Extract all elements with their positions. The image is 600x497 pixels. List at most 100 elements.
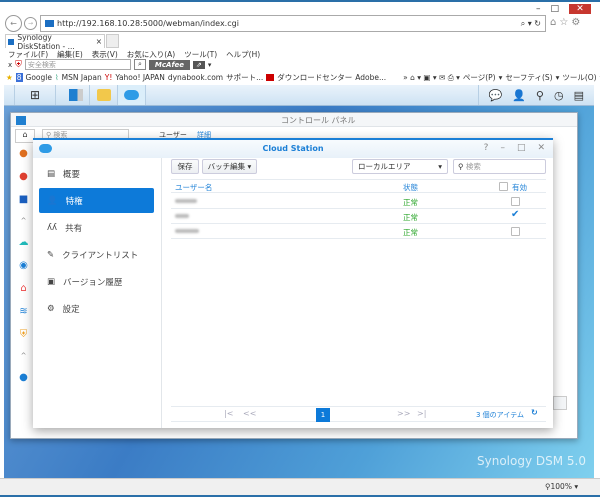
home-icon[interactable]: ⌂: [15, 129, 35, 143]
control-panel-icon: [16, 116, 26, 125]
last-page-button[interactable]: >|: [417, 409, 426, 418]
address-bar[interactable]: http://192.168.10.28:5000/webman/index.c…: [40, 15, 546, 32]
safety-search-input[interactable]: 安全検索: [24, 59, 131, 70]
nav-privilege[interactable]: 👤 特権: [39, 188, 154, 213]
mcafee-button[interactable]: McAfee: [148, 59, 190, 70]
notification-icon[interactable]: 💬: [489, 89, 503, 102]
security-icon[interactable]: ⛨: [20, 329, 28, 340]
search-icon[interactable]: ⌕: [133, 59, 146, 70]
new-tab-button[interactable]: [106, 34, 119, 48]
status-bar: ⚲100% ▾: [0, 478, 600, 497]
tools-menu[interactable]: ツール(O): [562, 72, 596, 83]
fav-adobe[interactable]: Adobe...: [355, 73, 386, 82]
user-icon[interactable]: ●: [19, 148, 28, 159]
safety-menu[interactable]: セーフティ(S): [505, 72, 552, 83]
network-icon[interactable]: ◉: [19, 260, 28, 271]
nav-settings[interactable]: ⚙ 設定: [39, 296, 154, 321]
status-badge: 正常: [403, 198, 418, 207]
maximize-button[interactable]: □: [551, 4, 560, 14]
page-1-button[interactable]: 1: [316, 408, 330, 422]
tab-diskstation[interactable]: Synology DiskStation - ... ×: [5, 33, 105, 51]
window-title: Cloud Station: [262, 144, 324, 153]
fav-dynabook[interactable]: dynabook.com: [168, 73, 223, 82]
table-row[interactable]: 正常 ✔: [171, 209, 546, 224]
user-icon[interactable]: 👤: [512, 89, 526, 102]
cloud-station-nav: ▤ 概要 👤 特権 ʎʎ 共有 ✎ クライアントリスト ▣ バージョン履歴 ⚙ 設定: [33, 158, 162, 428]
synology-logo: Synology DSM 5.0: [477, 454, 586, 468]
refresh-icon[interactable]: ↻: [531, 408, 538, 417]
window-title: コントロール パネル: [281, 116, 356, 125]
close-button[interactable]: ✕: [569, 4, 592, 14]
search-icon: ⚲: [458, 162, 464, 171]
layout-icon[interactable]: ▤: [574, 89, 584, 102]
column-status[interactable]: 状態: [403, 182, 418, 193]
help-button[interactable]: ?: [484, 143, 489, 153]
table-header: ユーザー名 状態 有効: [171, 179, 546, 193]
close-button[interactable]: ✕: [537, 143, 545, 153]
search-input[interactable]: ⚲ 検索: [453, 159, 546, 174]
cloud-station-taskbar-icon[interactable]: [118, 85, 146, 105]
save-button[interactable]: 保存: [171, 159, 199, 174]
fav-download[interactable]: ダウンロードセンター: [277, 72, 352, 83]
batch-edit-button[interactable]: バッチ編集 ▾: [202, 159, 257, 174]
nav-version-history[interactable]: ▣ バージョン履歴: [39, 269, 154, 294]
control-panel-sidebar: ● ● ■ ^ ☁ ◉ ⌂ ≋ ⛨ ^ ●: [18, 148, 29, 383]
cloud-station-window: Cloud Station ? – □ ✕ ▤ 概要 👤 特権 ʎʎ 共有 ✎ クライアントリ…: [33, 138, 553, 428]
filter-dropdown[interactable]: ローカルエリア ▾: [352, 159, 448, 174]
dsm-taskbar: ⊞ 💬 👤 ⚲ ◷ ▤: [4, 85, 594, 106]
chevron-down-icon: ▾: [438, 162, 442, 171]
window-controls: – □ ✕: [536, 4, 592, 14]
settings-icon: ⚙: [47, 303, 55, 314]
nav-client-list[interactable]: ✎ クライアントリスト: [39, 242, 154, 267]
prev-page-button[interactable]: <<: [243, 409, 256, 418]
fav-support[interactable]: サポート...: [226, 72, 263, 83]
maximize-button[interactable]: □: [517, 143, 526, 153]
reset-button[interactable]: [553, 396, 567, 410]
control-panel-taskbar-icon[interactable]: [62, 85, 90, 105]
status-badge: 正常: [403, 228, 418, 237]
quickconnect-icon[interactable]: ☁: [19, 237, 29, 248]
first-page-button[interactable]: |<: [224, 409, 233, 418]
log-center-taskbar-icon[interactable]: [90, 85, 118, 105]
zoom-level[interactable]: ⚲100% ▾: [545, 482, 578, 491]
next-page-button[interactable]: >>: [397, 409, 410, 418]
dhcp-icon[interactable]: ⌂: [20, 283, 26, 294]
search-icon[interactable]: ⚲: [536, 89, 544, 102]
share-icon[interactable]: ⇗: [193, 60, 205, 69]
fav-yahoo[interactable]: Yahoo! JAPAN: [115, 73, 164, 82]
nav-overview[interactable]: ▤ 概要: [39, 161, 154, 186]
column-username[interactable]: ユーザー名: [175, 182, 212, 193]
forward-button[interactable]: →: [24, 17, 37, 30]
enabled-checkbox[interactable]: [511, 197, 520, 206]
enabled-checkbox[interactable]: [511, 227, 520, 236]
overview-icon: ▤: [47, 168, 56, 179]
widgets-clock-icon[interactable]: ◷: [554, 89, 564, 102]
share-icon: ʎʎ: [47, 222, 58, 233]
main-menu-icon[interactable]: ⊞: [14, 85, 56, 105]
info-icon[interactable]: ●: [19, 372, 28, 383]
back-button[interactable]: ←: [5, 15, 22, 32]
search-icon[interactable]: ⌕ ▾ ↻: [521, 19, 541, 29]
home-star-gear-icon[interactable]: ⌂☆⚙: [550, 17, 583, 28]
column-enabled[interactable]: 有効: [512, 182, 527, 193]
select-all-checkbox[interactable]: [499, 182, 508, 191]
page-menu[interactable]: ページ(P): [463, 72, 496, 83]
table-row[interactable]: 正常: [171, 224, 546, 239]
wireless-icon[interactable]: ≋: [19, 306, 27, 317]
mcafee-toolbar: x ⛨ 安全検索 ⌕ McAfee ⇗ ▾: [8, 59, 212, 70]
item-count: 3 個のアイテム: [476, 411, 524, 419]
menu-help[interactable]: ヘルプ(H): [226, 49, 260, 60]
nav-share[interactable]: ʎʎ 共有: [39, 215, 154, 240]
favorites-bar: ★ 8 Google ⌇ MSN Japan Y! Yahoo! JAPAN dyna…: [6, 72, 600, 83]
fav-google[interactable]: Google: [26, 73, 52, 82]
directory-icon[interactable]: ■: [19, 194, 28, 205]
minimize-button[interactable]: –: [500, 143, 505, 153]
browser-chrome: – □ ✕ ← → http://192.168.10.28:5000/webma…: [0, 0, 600, 85]
fav-msn[interactable]: MSN Japan: [62, 73, 102, 82]
privilege-icon: 👤: [47, 195, 58, 206]
table-row[interactable]: 正常: [171, 194, 546, 209]
enabled-checkbox-checked[interactable]: ✔: [511, 209, 519, 220]
minimize-button[interactable]: –: [536, 4, 541, 14]
group-icon[interactable]: ●: [19, 171, 28, 182]
shield-icon: ⛨: [15, 59, 22, 70]
